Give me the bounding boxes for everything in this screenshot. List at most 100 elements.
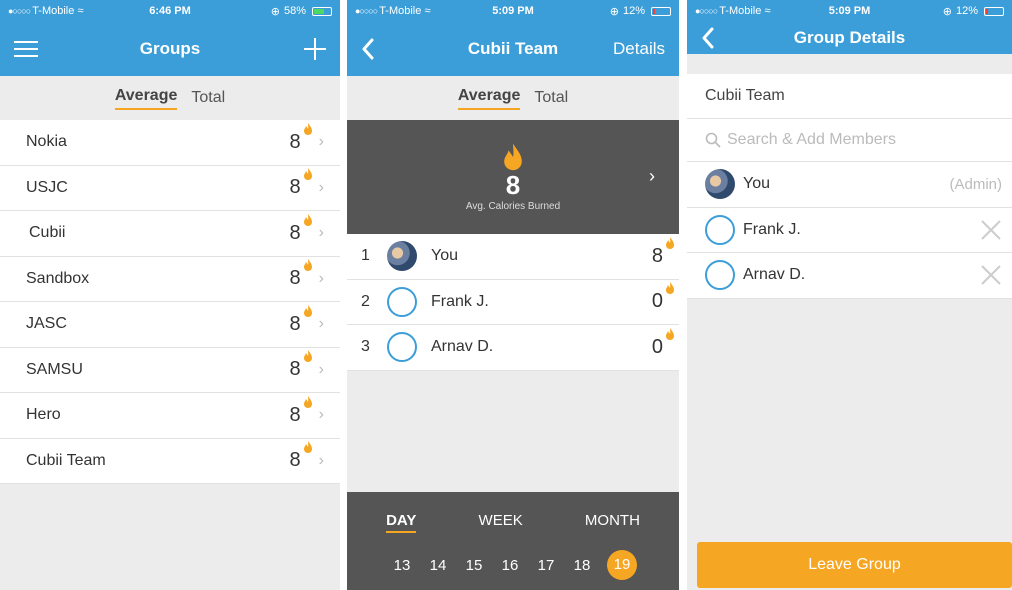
member-name: Arnav D.	[431, 338, 494, 356]
details-button[interactable]: Details	[613, 22, 665, 76]
tab-average[interactable]: Average	[114, 87, 178, 110]
group-row-usjc[interactable]: USJC 8 ›	[0, 165, 340, 211]
flame-icon	[303, 213, 312, 226]
group-name: Hero	[26, 406, 61, 424]
admin-badge: (Admin)	[949, 175, 1002, 193]
member-score: 0	[652, 327, 674, 359]
member-row-you[interactable]: You (Admin)	[687, 162, 1012, 208]
group-score: 8	[290, 259, 312, 290]
metric-tabs: Average Total	[347, 76, 679, 120]
carrier-label: ●○○○○ T-Mobile ≈	[355, 5, 431, 17]
group-row-jasc[interactable]: JASC 8 ›	[0, 302, 340, 348]
hamburger-menu-icon[interactable]	[14, 22, 38, 76]
chevron-right-icon: ›	[318, 269, 324, 287]
avatar-placeholder	[705, 260, 735, 291]
search-add-members-input[interactable]: Search & Add Members	[687, 119, 1012, 162]
search-placeholder: Search & Add Members	[727, 131, 896, 148]
remove-x-icon[interactable]	[980, 219, 1002, 241]
leaderboard-row[interactable]: 1 You 8	[347, 234, 679, 280]
wifi-icon: ≈	[764, 5, 771, 17]
leaderboard-row[interactable]: 3 Arnav D. 0	[347, 325, 679, 371]
status-time: 6:46 PM	[149, 5, 191, 17]
back-chevron-icon[interactable]	[701, 22, 715, 54]
group-score: 8	[290, 213, 312, 245]
tab-total[interactable]: Total	[191, 89, 225, 107]
group-score: 8	[290, 441, 312, 472]
page-title: Groups	[139, 39, 201, 58]
nav-bar: Group Details	[687, 22, 1012, 54]
tab-total[interactable]: Total	[534, 89, 568, 107]
group-details-screen: ●○○○○ T-Mobile ≈ 5:09 PM ⊕ 12% Group Detai…	[687, 0, 1012, 590]
tab-week[interactable]: WEEK	[479, 512, 523, 533]
signal-dots-icon: ●○○○○	[695, 6, 718, 16]
leaderboard-list: 1 You 8 2 Frank J. 0 3 Arnav D. 0	[347, 234, 679, 371]
tab-month[interactable]: MONTH	[585, 512, 640, 533]
date-14[interactable]: 14	[427, 557, 449, 574]
group-name-field[interactable]: Cubii Team	[687, 74, 1012, 119]
flame-icon	[303, 304, 312, 317]
group-name: Nokia	[26, 133, 67, 151]
member-name: Frank J.	[743, 220, 801, 238]
member-row-frank[interactable]: Frank J.	[687, 207, 1012, 253]
flame-icon	[666, 236, 674, 249]
status-time: 5:09 PM	[492, 5, 534, 17]
tab-average[interactable]: Average	[457, 87, 521, 110]
group-row-sandbox[interactable]: Sandbox 8 ›	[0, 256, 340, 302]
signal-dots-icon: ●○○○○	[355, 6, 378, 16]
plus-icon[interactable]	[304, 22, 326, 76]
member-row-arnav[interactable]: Arnav D.	[687, 253, 1012, 299]
date-18[interactable]: 18	[571, 557, 593, 574]
status-bar: ●○○○○ T-Mobile ≈ 5:09 PM ⊕ 12%	[347, 0, 679, 22]
remove-x-icon[interactable]	[980, 264, 1002, 286]
battery-icon	[312, 6, 332, 16]
rank-number: 3	[361, 338, 370, 356]
tab-day[interactable]: DAY	[386, 512, 417, 533]
date-15[interactable]: 15	[463, 557, 485, 574]
search-icon	[705, 132, 721, 148]
flame-icon	[303, 350, 312, 363]
group-name: Cubii Team	[26, 451, 106, 469]
group-row-cubii-team[interactable]: Cubii Team 8 ›	[0, 438, 340, 484]
group-row-nokia[interactable]: Nokia 8 ›	[0, 120, 340, 166]
group-score: 8	[290, 350, 312, 381]
wifi-icon: ≈	[77, 5, 84, 17]
battery-status: ⊕ 58%	[224, 5, 332, 18]
group-score: 8	[290, 122, 312, 154]
leaderboard-row[interactable]: 2 Frank J. 0	[347, 279, 679, 325]
group-name: Cubii	[29, 224, 66, 242]
group-name: SAMSU	[26, 360, 83, 378]
date-17[interactable]: 17	[535, 557, 557, 574]
date-strip: 13 14 15 16 17 18 19	[391, 550, 637, 580]
rank-number: 1	[361, 247, 370, 265]
carrier-label: ●○○○○ T-Mobile ≈	[695, 5, 771, 17]
battery-status: ⊕ 12%	[566, 5, 671, 18]
period-tabs: DAY WEEK MONTH	[347, 512, 679, 533]
nav-bar: Cubii Team Details	[347, 22, 679, 76]
date-19-selected[interactable]: 19	[607, 550, 637, 580]
group-name-value: Cubii Team	[705, 87, 785, 104]
avatar-placeholder	[387, 286, 417, 317]
back-chevron-icon[interactable]	[361, 22, 375, 76]
date-16[interactable]: 16	[499, 557, 521, 574]
member-name: You	[431, 247, 458, 265]
flame-icon	[504, 143, 522, 170]
date-13[interactable]: 13	[391, 557, 413, 574]
group-row-hero[interactable]: Hero 8 ›	[0, 393, 340, 439]
avg-calories-value: 8	[505, 169, 521, 200]
wifi-icon: ≈	[424, 5, 431, 17]
leave-group-button[interactable]: Leave Group	[697, 542, 1012, 588]
group-row-cubii[interactable]: Cubii 8 ›	[0, 211, 340, 257]
avatar-placeholder	[705, 214, 735, 245]
status-bar: ●○○○○ T-Mobile ≈ 5:09 PM ⊕ 12%	[687, 0, 1012, 22]
lock-rotation-icon: ⊕	[609, 5, 619, 18]
group-name: JASC	[26, 315, 67, 333]
chevron-right-icon: ›	[649, 166, 655, 186]
flame-icon	[303, 259, 312, 272]
member-score: 8	[652, 236, 674, 268]
metric-tabs: Average Total	[0, 76, 340, 120]
team-screen: ●○○○○ T-Mobile ≈ 5:09 PM ⊕ 12% Cubii Team …	[347, 0, 679, 590]
summary-panel[interactable]: 8 Avg. Calories Burned ›	[347, 120, 679, 234]
group-row-samsu[interactable]: SAMSU 8 ›	[0, 347, 340, 393]
avatar	[705, 169, 735, 200]
group-score: 8	[290, 168, 312, 199]
